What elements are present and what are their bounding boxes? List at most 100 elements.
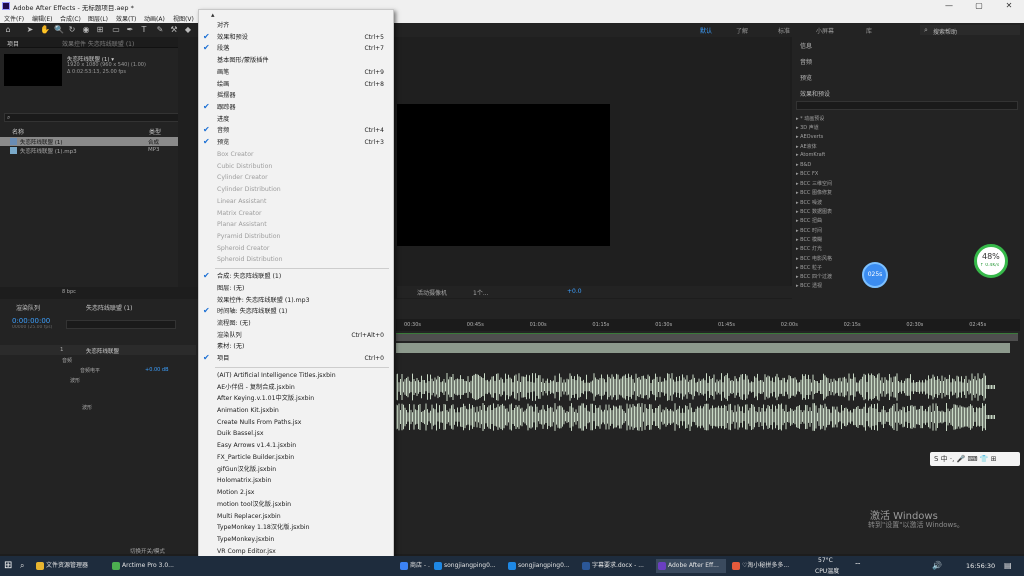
effect-category-item[interactable]: ▸ AEOverts [796,134,823,140]
property-audio[interactable]: 音频 [62,357,72,364]
effect-category-item[interactable]: ▸ BCC 透视 [796,282,822,289]
effect-category-item[interactable]: ▸ BCC 图像修复 [796,189,832,196]
effect-category-item[interactable]: ▸ BCC 灯光 [796,245,822,252]
menu-edit[interactable]: 编辑(E) [32,14,52,23]
window-menu-item[interactable]: 渲染队列 Ctrl+Alt+0 [217,330,387,341]
property-audio-levels[interactable]: 音频电平 [80,367,100,374]
taskbar-app-button[interactable]: Arctime Pro 3.0... [110,559,180,573]
info-panel-tab[interactable]: 信息 [800,41,812,50]
window-menu-item[interactable]: 画笔 Ctrl+9 [217,67,387,78]
window-menu-item[interactable]: 合成: 失恋阵线联盟 (1) [217,271,387,282]
menu-file[interactable]: 文件(F) [4,14,24,23]
window-menu-item[interactable]: 图层: (无) [217,283,387,294]
effect-category-item[interactable]: ▸ AtomKraft [796,152,825,158]
window-menu-item[interactable]: 效果和预设 Ctrl+5 [217,32,387,43]
workspace-default[interactable]: 默认 [700,26,712,35]
pan-behind-tool-icon[interactable]: ⊞ [96,26,104,34]
rectangle-tool-icon[interactable]: ▭ [112,26,120,34]
layer-duration-bar[interactable] [396,343,1010,353]
zoom-tool-icon[interactable]: 🔍 [54,26,64,34]
camera-dropdown[interactable]: 活动摄像机 [417,288,447,297]
window-menu-item[interactable]: 预览 Ctrl+3 [217,137,387,148]
floating-badge[interactable]: 025s [862,262,888,288]
window-menu-item[interactable]: Create Nulls From Paths.jsx [217,417,387,428]
notification-icon[interactable]: ▤ [1004,561,1012,570]
taskbar-app-button[interactable]: 文件资源管理器 [34,559,104,573]
timeline-search-input[interactable] [66,320,176,329]
rotate-tool-icon[interactable]: ↻ [68,26,76,34]
effect-category-item[interactable]: ▸ BCC 模糊 [796,236,822,243]
minimize-button[interactable]: — [934,1,964,11]
effect-category-item[interactable]: ▸ BCC 扭曲 [796,217,822,224]
effect-category-item[interactable]: ▸ * 动画预设 [796,115,824,122]
window-menu-item[interactable]: 基本图形/蒙版插件 [217,55,387,66]
window-menu-item[interactable]: Duik Bassel.jsx [217,428,387,439]
window-menu-item[interactable]: 项目 Ctrl+0 [217,353,387,364]
menu-composition[interactable]: 合成(C) [60,14,81,23]
window-menu-item[interactable]: 绘画 Ctrl+8 [217,79,387,90]
window-menu-item[interactable]: After Keying.v.1.01中文版.jsxbin [217,393,387,404]
window-menu-item[interactable]: motion tool汉化版.jsxbin [217,499,387,510]
effect-category-item[interactable]: ▸ AE液体 [796,143,817,150]
effect-category-item[interactable]: ▸ BCC 四个过渡 [796,273,832,280]
pen-tool-icon[interactable]: ✒ [126,26,134,34]
menu-effect[interactable]: 效果(T) [116,14,136,23]
project-item-row[interactable]: 失恋阵线联盟 (1).mp3 MP3 [0,146,197,155]
window-menu-item[interactable]: TypeMonkey 1.18汉化版.jsxbin [217,522,387,533]
camera-tool-icon[interactable]: ◉ [82,26,90,34]
taskbar-app-button[interactable]: songjiangping0... [432,559,500,573]
menu-view[interactable]: 视图(V) [173,14,194,23]
help-search-box[interactable]: ⌕ 搜索帮助 [920,25,1020,36]
views-dropdown[interactable]: 1个... [473,288,489,297]
windows-start-icon[interactable]: ⊞ [4,560,12,571]
taskbar-app-button[interactable]: songjiangping0... [506,559,574,573]
window-menu-item[interactable]: 对齐 [217,20,387,31]
tab-project[interactable]: 项目 [7,39,19,48]
effects-presets-panel-tab[interactable]: 效果和预设 [800,89,830,98]
layer-row[interactable]: 1 失恋阵线联盟 [0,345,196,355]
audio-levels-value[interactable]: +0.00 dB [145,367,169,373]
time-ruler[interactable] [396,319,1020,331]
effect-category-item[interactable]: ▸ BCC 粒子 [796,264,822,271]
taskbar-app-button[interactable]: 字幕要求.docx - ... [580,559,650,573]
effect-category-item[interactable]: ▸ 3D 声道 [796,124,819,131]
tab-effect-controls[interactable]: 效果控件 失恋阵线联盟 (1) [62,39,152,48]
window-menu-item[interactable]: Animation Kit.jsxbin [217,405,387,416]
effect-category-item[interactable]: ▸ BCC 噪波 [796,199,822,206]
tab-timeline-comp[interactable]: 失恋阵线联盟 (1) [86,303,132,312]
effect-category-item[interactable]: ▸ B&D [796,162,811,168]
project-search-input[interactable]: ⌕ [4,113,194,122]
window-menu-item[interactable]: Multi Replacer.jsxbin [217,511,387,522]
performance-monitor-widget[interactable]: 48% ↑ 0.4K/s [974,244,1008,278]
search-icon[interactable]: ⌕ [20,561,24,571]
window-menu-item[interactable]: 段落 Ctrl+7 [217,43,387,54]
menu-animation[interactable]: 动画(A) [144,14,165,23]
window-menu-item[interactable]: 流程图: (无) [217,318,387,329]
window-menu-item[interactable]: 素材: (无) [217,341,387,352]
type-tool-icon[interactable]: T [140,26,148,34]
tab-render-queue[interactable]: 渲染队列 [16,303,40,312]
effect-category-item[interactable]: ▸ BCC FX [796,171,818,177]
workspace-library[interactable]: 库 [866,26,872,35]
window-menu-item[interactable]: 摇摆器 [217,90,387,101]
window-menu-item[interactable]: 时间轴: 失恋阵线联盟 (1) [217,306,387,317]
effect-category-item[interactable]: ▸ BCC 数据图表 [796,208,832,215]
column-type-header[interactable]: 类型 [149,127,161,136]
property-waveform[interactable]: 波形 [70,377,80,384]
window-menu-item[interactable]: Easy Arrows v1.4.1.jsxbin [217,440,387,451]
window-menu-item[interactable]: 进度 [217,114,387,125]
taskbar-app-button[interactable]: Adobe After Eff... [656,559,726,573]
effect-category-item[interactable]: ▸ BCC 时间 [796,227,822,234]
clock-time[interactable]: 16:56:30 [966,562,995,570]
window-menu-item[interactable]: gifGun汉化版.jsxbin [217,464,387,475]
close-button[interactable]: ✕ [994,1,1024,11]
speaker-icon[interactable]: 🔊 [932,561,942,570]
workspace-small-screen[interactable]: 小屏幕 [816,26,834,35]
effect-category-item[interactable]: ▸ BCC 三维空间 [796,180,832,187]
clone-stamp-tool-icon[interactable]: ⚒ [170,26,178,34]
audio-panel-tab[interactable]: 音频 [800,57,812,66]
effect-category-item[interactable]: ▸ BCC 电影风格 [796,255,832,262]
maximize-button[interactable]: ▢ [964,1,994,11]
brush-tool-icon[interactable]: ✎ [156,26,164,34]
timecode-display[interactable]: 0:00:00:00 [12,317,50,325]
